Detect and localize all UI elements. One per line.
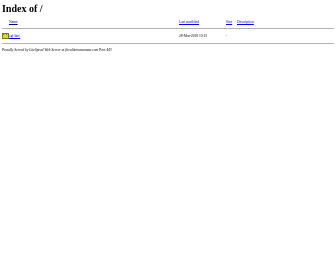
blank-icon xyxy=(2,20,7,24)
sort-by-size-link[interactable]: Size xyxy=(226,20,232,24)
column-header-name[interactable]: Name xyxy=(9,20,18,25)
entry-name[interactable]: cgi-bin/ xyxy=(9,34,20,39)
header-divider xyxy=(2,28,334,29)
file-table: Name Last modified Size Description cgi-… xyxy=(2,20,334,44)
server-signature: Proudly Served by LiteSpeed Web Server a… xyxy=(2,48,112,52)
folder-icon xyxy=(2,32,9,39)
column-header-size[interactable]: Size xyxy=(226,20,232,25)
sort-by-last-modified-link[interactable]: Last modified xyxy=(179,20,199,24)
footer-divider xyxy=(2,43,334,44)
entry-link[interactable]: cgi-bin/ xyxy=(9,34,20,38)
table-row: cgi-bin/ 28-Mar-2018 10:15 - xyxy=(2,32,334,40)
entry-last-modified: 28-Mar-2018 10:15 xyxy=(179,34,208,38)
table-header-row: Name Last modified Size Description xyxy=(2,20,334,26)
page-title: Index of / xyxy=(2,4,43,15)
column-header-last-modified[interactable]: Last modified xyxy=(179,20,199,25)
column-header-description[interactable]: Description xyxy=(237,20,254,25)
entry-size: - xyxy=(226,34,228,38)
directory-listing-page: Index of / Name Last modified Size Descr… xyxy=(0,0,336,280)
sort-by-description-link[interactable]: Description xyxy=(237,20,254,24)
sort-by-name-link[interactable]: Name xyxy=(9,20,18,24)
